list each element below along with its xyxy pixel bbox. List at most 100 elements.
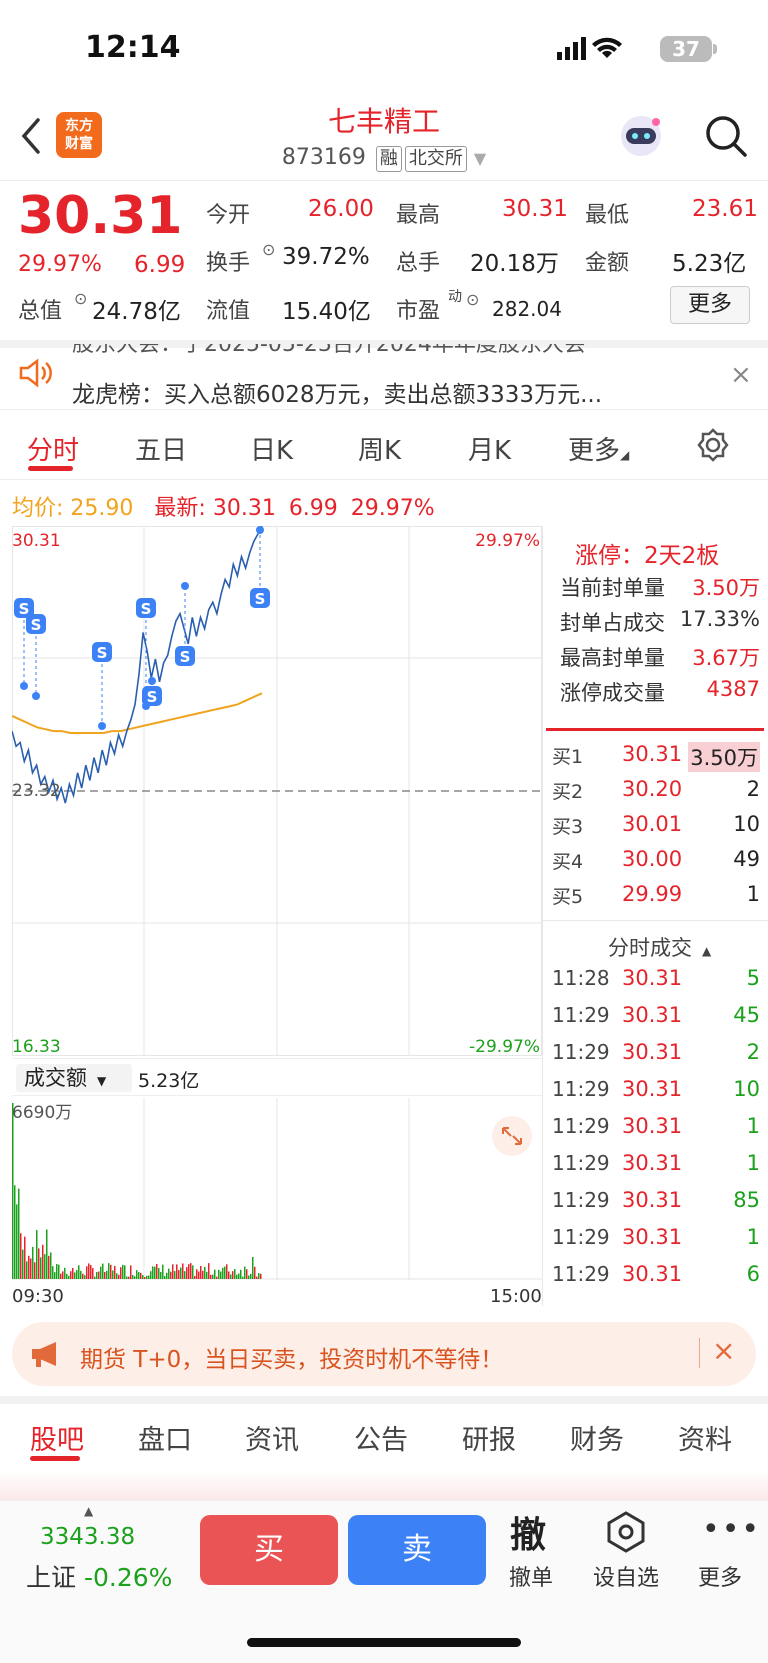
index-value[interactable]: 3343.38 (40, 1524, 135, 1550)
tab-5day[interactable]: 五日 (135, 430, 187, 467)
volume-bar (146, 1275, 148, 1279)
volume-bar (132, 1274, 134, 1279)
x-start-label: 09:30 (12, 1286, 64, 1307)
volume-bar (230, 1274, 232, 1279)
trade-time: 11:29 (552, 1262, 610, 1286)
trade-row: 11:29 30.31 1 (552, 1225, 760, 1255)
tab-more[interactable]: 更多◢ (568, 430, 629, 467)
info-dots-icon[interactable]: ⊙ (74, 289, 87, 308)
volume-bar (144, 1276, 146, 1279)
trade-price: 30.31 (622, 1114, 683, 1138)
tab-financials[interactable]: 财务 (570, 1418, 624, 1457)
tab-forum[interactable]: 股吧 (30, 1418, 84, 1457)
trade-time: 11:29 (552, 1040, 610, 1064)
trade-volume: 10 (733, 1077, 760, 1101)
intraday-price-chart[interactable]: SSSSSSS 30.31 29.97% 23.32 16.33 -29.97% (12, 526, 542, 1056)
volume-bar (22, 1249, 24, 1279)
volume-bar (158, 1268, 160, 1279)
volume-bar-chart[interactable]: 6690万 (12, 1098, 542, 1280)
cancel-order-icon[interactable]: 撤 (510, 1506, 546, 1558)
tab-profile[interactable]: 资料 (678, 1418, 732, 1457)
seal-stat-row: 封单占成交 17.33% (560, 607, 760, 637)
info-dots-icon[interactable]: ⊙ (466, 290, 479, 309)
volume-bar (208, 1263, 210, 1279)
volume-bar (34, 1262, 36, 1279)
turnover-label: 换手 (206, 251, 251, 276)
tab-weekly-k[interactable]: 周K (358, 430, 401, 467)
tab-daily-k[interactable]: 日K (250, 430, 293, 467)
volume-bar (106, 1270, 108, 1279)
volume-bar (150, 1271, 152, 1279)
notice-text[interactable]: 龙虎榜：买入总额6028万元，卖出总额3333万元... (72, 375, 602, 409)
tab-monthly-k[interactable]: 月K (468, 430, 511, 467)
volume-bar (68, 1275, 70, 1279)
bid-label: 买4 (552, 851, 584, 873)
volume-bar (72, 1267, 74, 1279)
cancel-order-label[interactable]: 撤单 (491, 1560, 571, 1592)
seal-stat-row: 当前封单量 3.50万 (560, 572, 760, 602)
expand-icon-bg (492, 1116, 532, 1156)
volume-bar (118, 1274, 120, 1279)
bid-price: 30.00 (622, 847, 683, 871)
trades-title[interactable]: 分时成交 ▲ (608, 932, 711, 962)
active-bottom-tab-indicator (30, 1456, 80, 1461)
volume-bar (78, 1265, 80, 1279)
signal-dot (32, 692, 40, 700)
last-change: 6.99 (288, 496, 338, 521)
volume-bar (88, 1263, 90, 1279)
low-value: 23.61 (692, 196, 758, 222)
tab-intraday[interactable]: 分时 (27, 430, 79, 467)
volume-bar (18, 1188, 20, 1279)
stock-code: 873169 (281, 145, 366, 170)
bid-label: 买3 (552, 816, 584, 838)
volume-bar (126, 1276, 128, 1279)
seal-stat-value: 3.50万 (692, 576, 760, 600)
search-icon[interactable] (704, 114, 748, 158)
index-line[interactable]: 上证 -0.26% (26, 1558, 172, 1594)
more-label[interactable]: 更多 (680, 1560, 760, 1592)
close-icon[interactable]: × (712, 1334, 735, 1367)
avg-price-line (12, 692, 263, 734)
trade-price: 30.31 (622, 1151, 683, 1175)
add-watchlist-icon[interactable] (604, 1510, 648, 1554)
volume-bar (102, 1263, 104, 1279)
index-expand-icon[interactable]: ▲ (84, 1504, 93, 1518)
volume-bar (42, 1244, 44, 1279)
settings-gear-icon[interactable] (696, 428, 730, 462)
volume-bar (124, 1265, 126, 1279)
volume-bar (244, 1266, 246, 1279)
tab-research[interactable]: 研报 (462, 1418, 516, 1457)
volume-bar (76, 1270, 78, 1279)
assistant-robot-icon[interactable] (616, 112, 666, 160)
info-dots-icon[interactable]: ⊙ (262, 240, 275, 259)
bid-row: 买3 30.01 10 (552, 812, 760, 842)
y-top-pct-label: 29.97% (475, 531, 540, 551)
tab-news[interactable]: 资讯 (245, 1418, 299, 1457)
buy-button[interactable]: 买 (200, 1515, 338, 1585)
volume-bar (240, 1269, 242, 1279)
turnover-value: 39.72% (282, 244, 370, 270)
volume-bar (204, 1266, 206, 1279)
volume-bar (260, 1273, 262, 1279)
volume-bar (36, 1230, 38, 1279)
tab-announcements[interactable]: 公告 (354, 1418, 408, 1457)
sell-button[interactable]: 卖 (348, 1515, 486, 1585)
dropdown-icon: ▼ (473, 149, 487, 168)
x-end-label: 15:00 (490, 1286, 542, 1307)
more-dots-icon[interactable]: ••• (702, 1512, 761, 1547)
trade-volume: 45 (733, 1003, 760, 1027)
volume-bar (120, 1267, 122, 1279)
close-icon[interactable]: × (730, 360, 752, 390)
volume-bar (142, 1275, 144, 1279)
active-tab-indicator (28, 466, 73, 471)
high-label: 最高 (396, 203, 441, 228)
tab-order-book[interactable]: 盘口 (138, 1418, 192, 1457)
pe-label: 市盈 (396, 299, 441, 324)
trade-row: 11:29 30.31 45 (552, 1003, 760, 1033)
seal-stat-row: 涨停成交量 4387 (560, 677, 760, 707)
more-quote-button[interactable]: 更多 (670, 286, 750, 324)
add-watchlist-label[interactable]: 设自选 (586, 1560, 666, 1592)
volume-type-select[interactable]: 成交额 ▼ (16, 1064, 132, 1092)
float-value: 15.40亿 (282, 299, 371, 325)
volume-bar (46, 1229, 48, 1279)
